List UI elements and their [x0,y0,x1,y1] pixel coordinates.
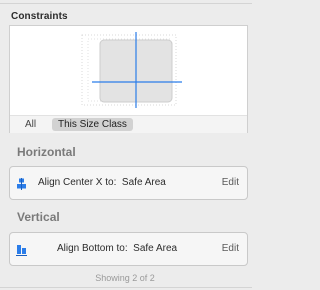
edit-button[interactable]: Edit [222,177,239,188]
group-label-horizontal: Horizontal [17,145,76,159]
edit-button[interactable]: Edit [222,243,239,254]
constraint-row-center-x[interactable]: Align Center X to: Safe Area Edit [9,166,248,200]
constraints-preview-box: All This Size Class [9,25,248,133]
constraint-diagram [81,32,182,108]
top-divider [0,3,252,4]
filter-size-class-button[interactable]: This Size Class [52,118,133,131]
bottom-divider [0,287,252,288]
constraint-preview[interactable] [10,26,247,115]
group-label-vertical: Vertical [17,210,60,224]
constraint-row-bottom[interactable]: Align Bottom to: Safe Area Edit [9,232,248,266]
showing-count: Showing 2 of 2 [95,273,155,283]
align-bottom-icon [16,245,27,256]
filter-bar: All This Size Class [10,115,247,133]
filter-all-button[interactable]: All [25,119,36,130]
section-title: Constraints [11,11,68,22]
align-center-x-icon [17,178,26,190]
constraint-text: Align Center X to: Safe Area [38,177,166,188]
constraint-text: Align Bottom to: Safe Area [57,243,178,254]
